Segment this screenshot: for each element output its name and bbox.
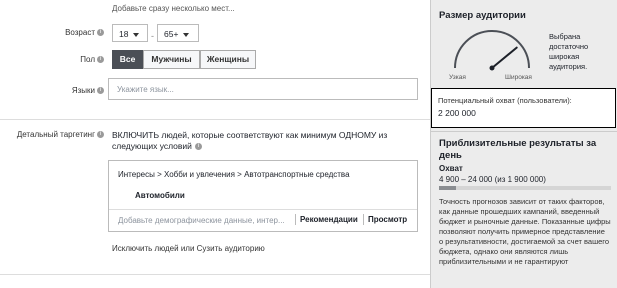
gender-women-button[interactable]: Женщины [200, 50, 256, 69]
detailed-targeting-box: Интересы > Хобби и увлечения > Автотранс… [108, 160, 418, 232]
info-icon[interactable]: i [97, 56, 104, 64]
exclude-narrow-link[interactable]: Исключить людей или Сузить аудиторию [112, 244, 265, 253]
link-separator [363, 214, 364, 225]
gender-label-text: Пол [80, 55, 95, 64]
interest-path: Интересы > Хобби и увлечения > Автотранс… [118, 170, 350, 179]
age-label-text: Возраст [65, 28, 95, 37]
audience-description: Выбрана достаточно широкая аудитория. [549, 32, 589, 71]
reach-bar [439, 186, 611, 190]
info-icon[interactable]: i [97, 29, 104, 37]
targeting-search-input[interactable]: Добавьте демографические данные, интер..… [118, 216, 285, 225]
age-min-select[interactable]: 18 [112, 24, 148, 42]
info-icon[interactable]: i [97, 87, 104, 95]
info-icon[interactable]: i [97, 131, 104, 139]
languages-input[interactable]: Укажите язык... [108, 78, 418, 100]
age-separator: - [151, 31, 154, 41]
detailed-targeting-label-text: Детальный таргетинг [16, 130, 95, 139]
age-max-value: 65+ [164, 29, 179, 39]
potential-reach-box: Потенциальный охват (пользователи): 2 20… [431, 88, 616, 128]
locations-hint: Добавьте сразу несколько мест... [112, 4, 235, 13]
estimates-disclaimer: Точность прогнозов зависит от таких факт… [439, 197, 611, 266]
daily-estimates-title: Приблизительные результаты за день [439, 138, 597, 161]
audience-gauge [454, 30, 530, 71]
audience-sidebar: Размер аудитории Узкая Широкая Выбрана д… [430, 0, 617, 288]
languages-label-text: Языки [71, 86, 95, 95]
box-divider [109, 209, 417, 210]
include-conditions-text: ВКЛЮЧИТЬ людей, которые соответствуют ка… [112, 130, 388, 151]
browse-link[interactable]: Просмотр [368, 215, 407, 224]
section-divider [0, 119, 430, 120]
gauge-pivot [489, 65, 495, 71]
gauge-narrow-label: Узкая [449, 74, 466, 81]
languages-placeholder: Укажите язык... [117, 85, 174, 94]
reach-range: 4 900 – 24 000 (из 1 900 000) [439, 175, 546, 184]
reach-bar-fill [439, 186, 457, 190]
section-divider [0, 274, 430, 275]
gauge-needle [491, 46, 518, 69]
recommendations-link[interactable]: Рекомендации [300, 215, 358, 224]
languages-label: Языки i [30, 86, 104, 95]
chevron-down-icon [133, 32, 140, 37]
link-separator [295, 214, 296, 225]
gauge-arc [454, 30, 530, 69]
interest-item-cars[interactable]: Автомобили [135, 191, 185, 200]
age-label: Возраст i [30, 28, 104, 37]
age-min-value: 18 [119, 29, 129, 39]
potential-reach-value: 2 200 000 [438, 108, 476, 118]
age-max-select[interactable]: 65+ [157, 24, 199, 42]
gender-all-button[interactable]: Все [112, 50, 143, 69]
audience-size-title: Размер аудитории [439, 10, 526, 21]
gauge-wide-label: Широкая [505, 74, 532, 81]
chevron-down-icon [183, 32, 190, 37]
sidebar-divider [431, 131, 617, 132]
targeting-form: Добавьте сразу несколько мест... Возраст… [0, 0, 430, 288]
info-icon[interactable]: i [194, 143, 202, 151]
potential-reach-label: Потенциальный охват (пользователи): [438, 96, 572, 105]
gender-label: Пол i [30, 55, 104, 64]
gender-men-button[interactable]: Мужчины [143, 50, 200, 69]
detailed-targeting-description: ВКЛЮЧИТЬ людей, которые соответствуют ка… [112, 130, 412, 152]
reach-label: Охват [439, 164, 463, 173]
detailed-targeting-label: Детальный таргетинг i [4, 130, 104, 139]
